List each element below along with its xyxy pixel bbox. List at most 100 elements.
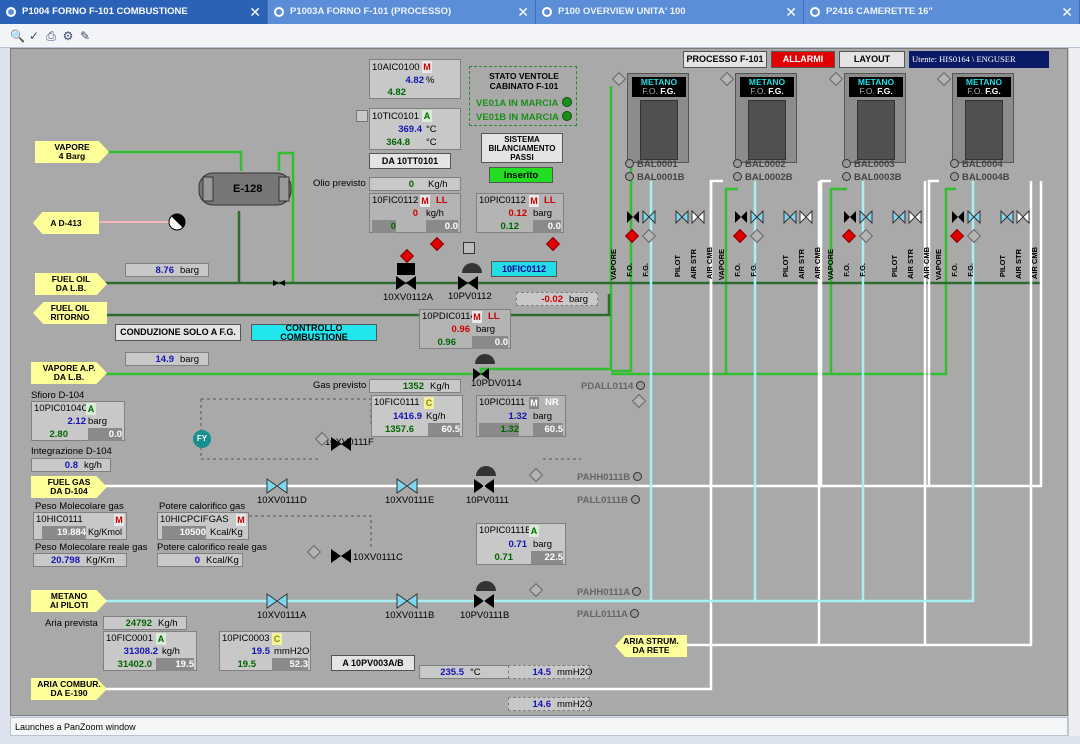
pahh0111a-label: PAHH0111A xyxy=(577,587,644,598)
flag-fueloil-lb[interactable]: FUEL OIL DA L.B. xyxy=(35,273,107,295)
fg-label: F.G. xyxy=(768,86,784,96)
faceplate-pic0111b[interactable]: 10PIC0111B A 0.71 barg 0.71 22.5 xyxy=(476,523,566,565)
check-icon[interactable]: ✓ xyxy=(27,29,41,43)
line-label-fo: F.O. xyxy=(950,263,959,277)
alarm-badge: LL xyxy=(544,195,556,206)
pv003-button[interactable]: A 10PV003A/B xyxy=(331,655,415,671)
xv0111b-label[interactable]: 10XV0111B xyxy=(385,610,434,621)
close-icon[interactable]: ✕ xyxy=(1061,0,1073,24)
faceplate-fic0112[interactable]: 10FIC0112 M LL 0 kg/h 0 0.0 xyxy=(369,193,461,233)
unit: Kg/h xyxy=(430,381,450,392)
tag-label: 10HICPCIFGAS xyxy=(160,514,229,525)
faceplate-fic0111[interactable]: 10FIC0111 C 1416.9 Kg/h 1357.6 60.5 xyxy=(371,395,463,437)
fy-instrument[interactable]: FY xyxy=(193,430,211,448)
controllo-combustione-button[interactable]: CONTROLLO COMBUSTIONE xyxy=(251,323,377,341)
flag-fuelgas[interactable]: FUEL GAS DA D-104 xyxy=(31,476,107,498)
potere-calorifico-label: Potere calorifico gas xyxy=(159,501,246,512)
tab-p1004[interactable]: P1004 FORNO F-101 COMBUSTIONE ✕ xyxy=(0,0,268,24)
value: 0.8 xyxy=(64,460,78,471)
alarm-badge: LL xyxy=(436,195,448,206)
value: 0 xyxy=(194,555,200,566)
xv0111f-label[interactable]: 10XV0111F xyxy=(325,437,374,448)
line-label-vapore: VAPORE xyxy=(717,249,726,281)
faceplate-aic0100[interactable]: 10AIC0100 M 4.82 % 4.82 xyxy=(369,59,461,99)
close-icon[interactable]: ✕ xyxy=(785,0,797,24)
status-dot xyxy=(733,159,742,168)
faceplate-hic0111[interactable]: 10HIC0111 M 19.884 Kg/Kmol xyxy=(33,512,127,540)
faceplate-pic0104c[interactable]: 10PIC0104C A 2.12 barg 2.80 0.0 xyxy=(31,401,125,441)
xv0111d-label[interactable]: 10XV0111D xyxy=(257,495,307,506)
xv0112a-label[interactable]: 10XV0112A xyxy=(383,292,433,303)
flag-a-d413[interactable]: A D-413 xyxy=(33,212,99,234)
sp-value: 1357.6 xyxy=(384,424,414,435)
close-icon[interactable]: ✕ xyxy=(249,0,261,24)
xv0111c-label[interactable]: 10XV0111C xyxy=(353,552,403,563)
line-label-fg: F.G. xyxy=(749,263,758,277)
sp-value: 1.32 xyxy=(479,423,519,436)
tab-p1003a[interactable]: P1003A FORNO F-101 (PROCESSO) ✕ xyxy=(268,0,536,24)
stato-ventole-panel: STATO VENTOLE CABINATO F-101 VE01A IN MA… xyxy=(469,66,577,126)
exchanger-e128[interactable]: E-128 xyxy=(233,183,262,195)
burner-3[interactable]: METANO F.O. F.G. xyxy=(844,73,906,163)
da-10tt0101-button[interactable]: DA 10TT0101 xyxy=(369,153,451,169)
faceplate-pic0111[interactable]: 10PIC0111 M NR 1.32 barg 1.32 60.5 xyxy=(476,395,566,437)
pv0112-label[interactable]: 10PV0112 xyxy=(448,291,492,302)
inserito-indicator[interactable]: Inserito xyxy=(489,167,553,183)
close-icon[interactable]: ✕ xyxy=(517,0,529,24)
pdv0114-label[interactable]: 10PDV0114 xyxy=(471,378,522,389)
fo-label: F.O. xyxy=(750,86,766,96)
flag-metano-piloti[interactable]: METANO AI PILOTI xyxy=(31,590,107,612)
out-value: 0.0 xyxy=(88,428,122,441)
tab-p2416[interactable]: P2416 CAMERETTE 16" ✕ xyxy=(804,0,1080,24)
processo-button[interactable]: PROCESSO F-101 xyxy=(683,51,767,68)
sistema-bilanciamento-button[interactable]: SISTEMA BILANCIAMENTO PASSI xyxy=(481,133,563,163)
xv0111e-label[interactable]: 10XV0111E xyxy=(385,495,434,506)
line-label-aircmb: AIR CMB xyxy=(1030,247,1039,280)
bal-label: BAL0004B xyxy=(962,172,1010,183)
burner-1[interactable]: METANO F.O. F.G. xyxy=(627,73,689,163)
pv0111-label[interactable]: 10PV0111 xyxy=(466,495,509,506)
pen-icon[interactable]: ✎ xyxy=(78,29,92,43)
pv0111b-label[interactable]: 10PV0111B xyxy=(460,610,509,621)
value: 1352 xyxy=(402,381,424,392)
flag-aria-combur[interactable]: ARIA COMBUR. DA E-190 xyxy=(31,678,107,700)
fuel-indicator: METANO F.O. F.G. xyxy=(740,77,794,97)
faceplate-tic0101[interactable]: 10TIC0101 A 369.4 °C 364.8 °C xyxy=(369,108,461,150)
fo-label: F.O. xyxy=(967,86,983,96)
vertical-scrollbar[interactable] xyxy=(1068,48,1080,736)
print-icon[interactable]: ⎙ xyxy=(44,29,58,43)
faceplate-fic0001[interactable]: 10FIC0001 A 31308.2 kg/h 31402.0 19.5 xyxy=(103,631,197,671)
flag-vapore-4barg[interactable]: VAPORE 4 Barg xyxy=(35,141,109,163)
burner-4[interactable]: METANO F.O. F.G. xyxy=(952,73,1014,163)
sp-value: 0.96 xyxy=(437,337,457,348)
press-aria1-field: 14.5 mmH2O xyxy=(508,665,592,679)
tag-label: 10PIC0111B xyxy=(479,525,532,536)
status-dot xyxy=(842,172,851,181)
allarmi-button[interactable]: ALLARMI xyxy=(771,51,835,68)
xv0111a-label[interactable]: 10XV0111A xyxy=(257,610,306,621)
unit: mmH2O xyxy=(557,699,593,710)
zoom-icon[interactable]: 🔍 xyxy=(10,29,25,43)
faceplate-pic0112[interactable]: 10PIC0112 M LL 0.12 barg 0.12 0.0 xyxy=(476,193,564,233)
faceplate-hicpcifgas[interactable]: 10HICPCIFGAS M 10500 Kcal/Kg xyxy=(157,512,249,540)
bal-status-3: BAL0003 xyxy=(842,159,895,170)
unit: mmH2O xyxy=(274,646,310,657)
out-value: 0.0 xyxy=(533,220,561,233)
status-dot xyxy=(625,159,634,168)
burner-2[interactable]: METANO F.O. F.G. xyxy=(735,73,797,163)
fo-label: F.O. xyxy=(859,86,875,96)
line-label-fg: F.G. xyxy=(858,263,867,277)
tab-p100[interactable]: P100 OVERVIEW UNITA' 100 ✕ xyxy=(536,0,804,24)
tag-label: 10PIC0003 xyxy=(222,633,270,644)
op-value: 4.82 xyxy=(387,87,407,98)
flag-fueloil-ritorno[interactable]: FUEL OIL RITORNO xyxy=(33,302,107,324)
layout-button[interactable]: LAYOUT xyxy=(839,51,905,68)
fic0112-button[interactable]: 10FIC0112 xyxy=(491,261,557,277)
conduzione-fg-button[interactable]: CONDUZIONE SOLO A F.G. xyxy=(115,324,241,341)
flag-vapore-ap[interactable]: VAPORE A.P. DA L.B. xyxy=(31,362,107,384)
faceplate-pdic0114[interactable]: 10PDIC0114 M LL 0.96 barg 0.96 0.0 xyxy=(419,309,511,349)
faceplate-pic0003[interactable]: 10PIC0003 C 19.5 mmH2O 19.5 52.3 xyxy=(219,631,311,671)
flag-aria-strum[interactable]: ARIA STRUM. DA RETE xyxy=(615,635,687,657)
network-icon[interactable]: ⚙ xyxy=(61,29,75,43)
unit: Kg/Kmol xyxy=(88,527,123,537)
